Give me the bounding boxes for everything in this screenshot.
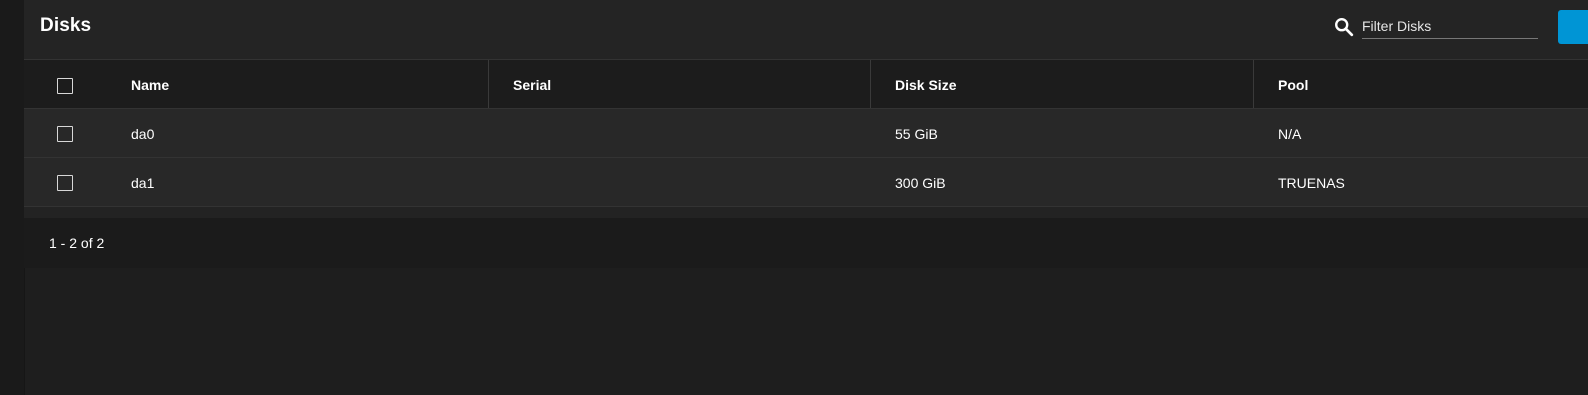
card-header: Disks [24, 0, 1588, 60]
select-all-checkbox[interactable] [57, 78, 73, 94]
disk-name: da0 [131, 126, 155, 142]
table-footer: 1 - 2 of 2 [24, 218, 1588, 268]
disks-card: Disks Name Serial Disk Size Pool da0 55 … [24, 0, 1588, 268]
table-row[interactable]: da0 55 GiB N/A [24, 109, 1588, 158]
sidebar-edge [0, 0, 25, 395]
table-row[interactable]: da1 300 GiB TRUENAS [24, 158, 1588, 207]
accent-action-button[interactable] [1558, 10, 1588, 44]
column-divider [870, 60, 871, 108]
column-divider [488, 60, 489, 108]
page-title: Disks [40, 15, 92, 36]
disk-size: 300 GiB [895, 175, 946, 191]
column-header-pool[interactable]: Pool [1278, 60, 1308, 108]
table-header-row: Name Serial Disk Size Pool [24, 60, 1588, 109]
row-checkbox[interactable] [57, 175, 73, 191]
column-header-name[interactable]: Name [131, 60, 169, 108]
row-checkbox[interactable] [57, 126, 73, 142]
column-divider [1253, 60, 1254, 108]
disk-pool: TRUENAS [1278, 175, 1345, 191]
paginator-range-label: 1 - 2 of 2 [49, 235, 105, 251]
search-icon [1335, 18, 1354, 37]
column-header-disk-size[interactable]: Disk Size [895, 60, 956, 108]
disk-pool: N/A [1278, 126, 1302, 142]
disk-size: 55 GiB [895, 126, 938, 142]
filter-disks-input[interactable] [1362, 14, 1538, 39]
disk-name: da1 [131, 175, 155, 191]
column-header-serial[interactable]: Serial [513, 60, 551, 108]
